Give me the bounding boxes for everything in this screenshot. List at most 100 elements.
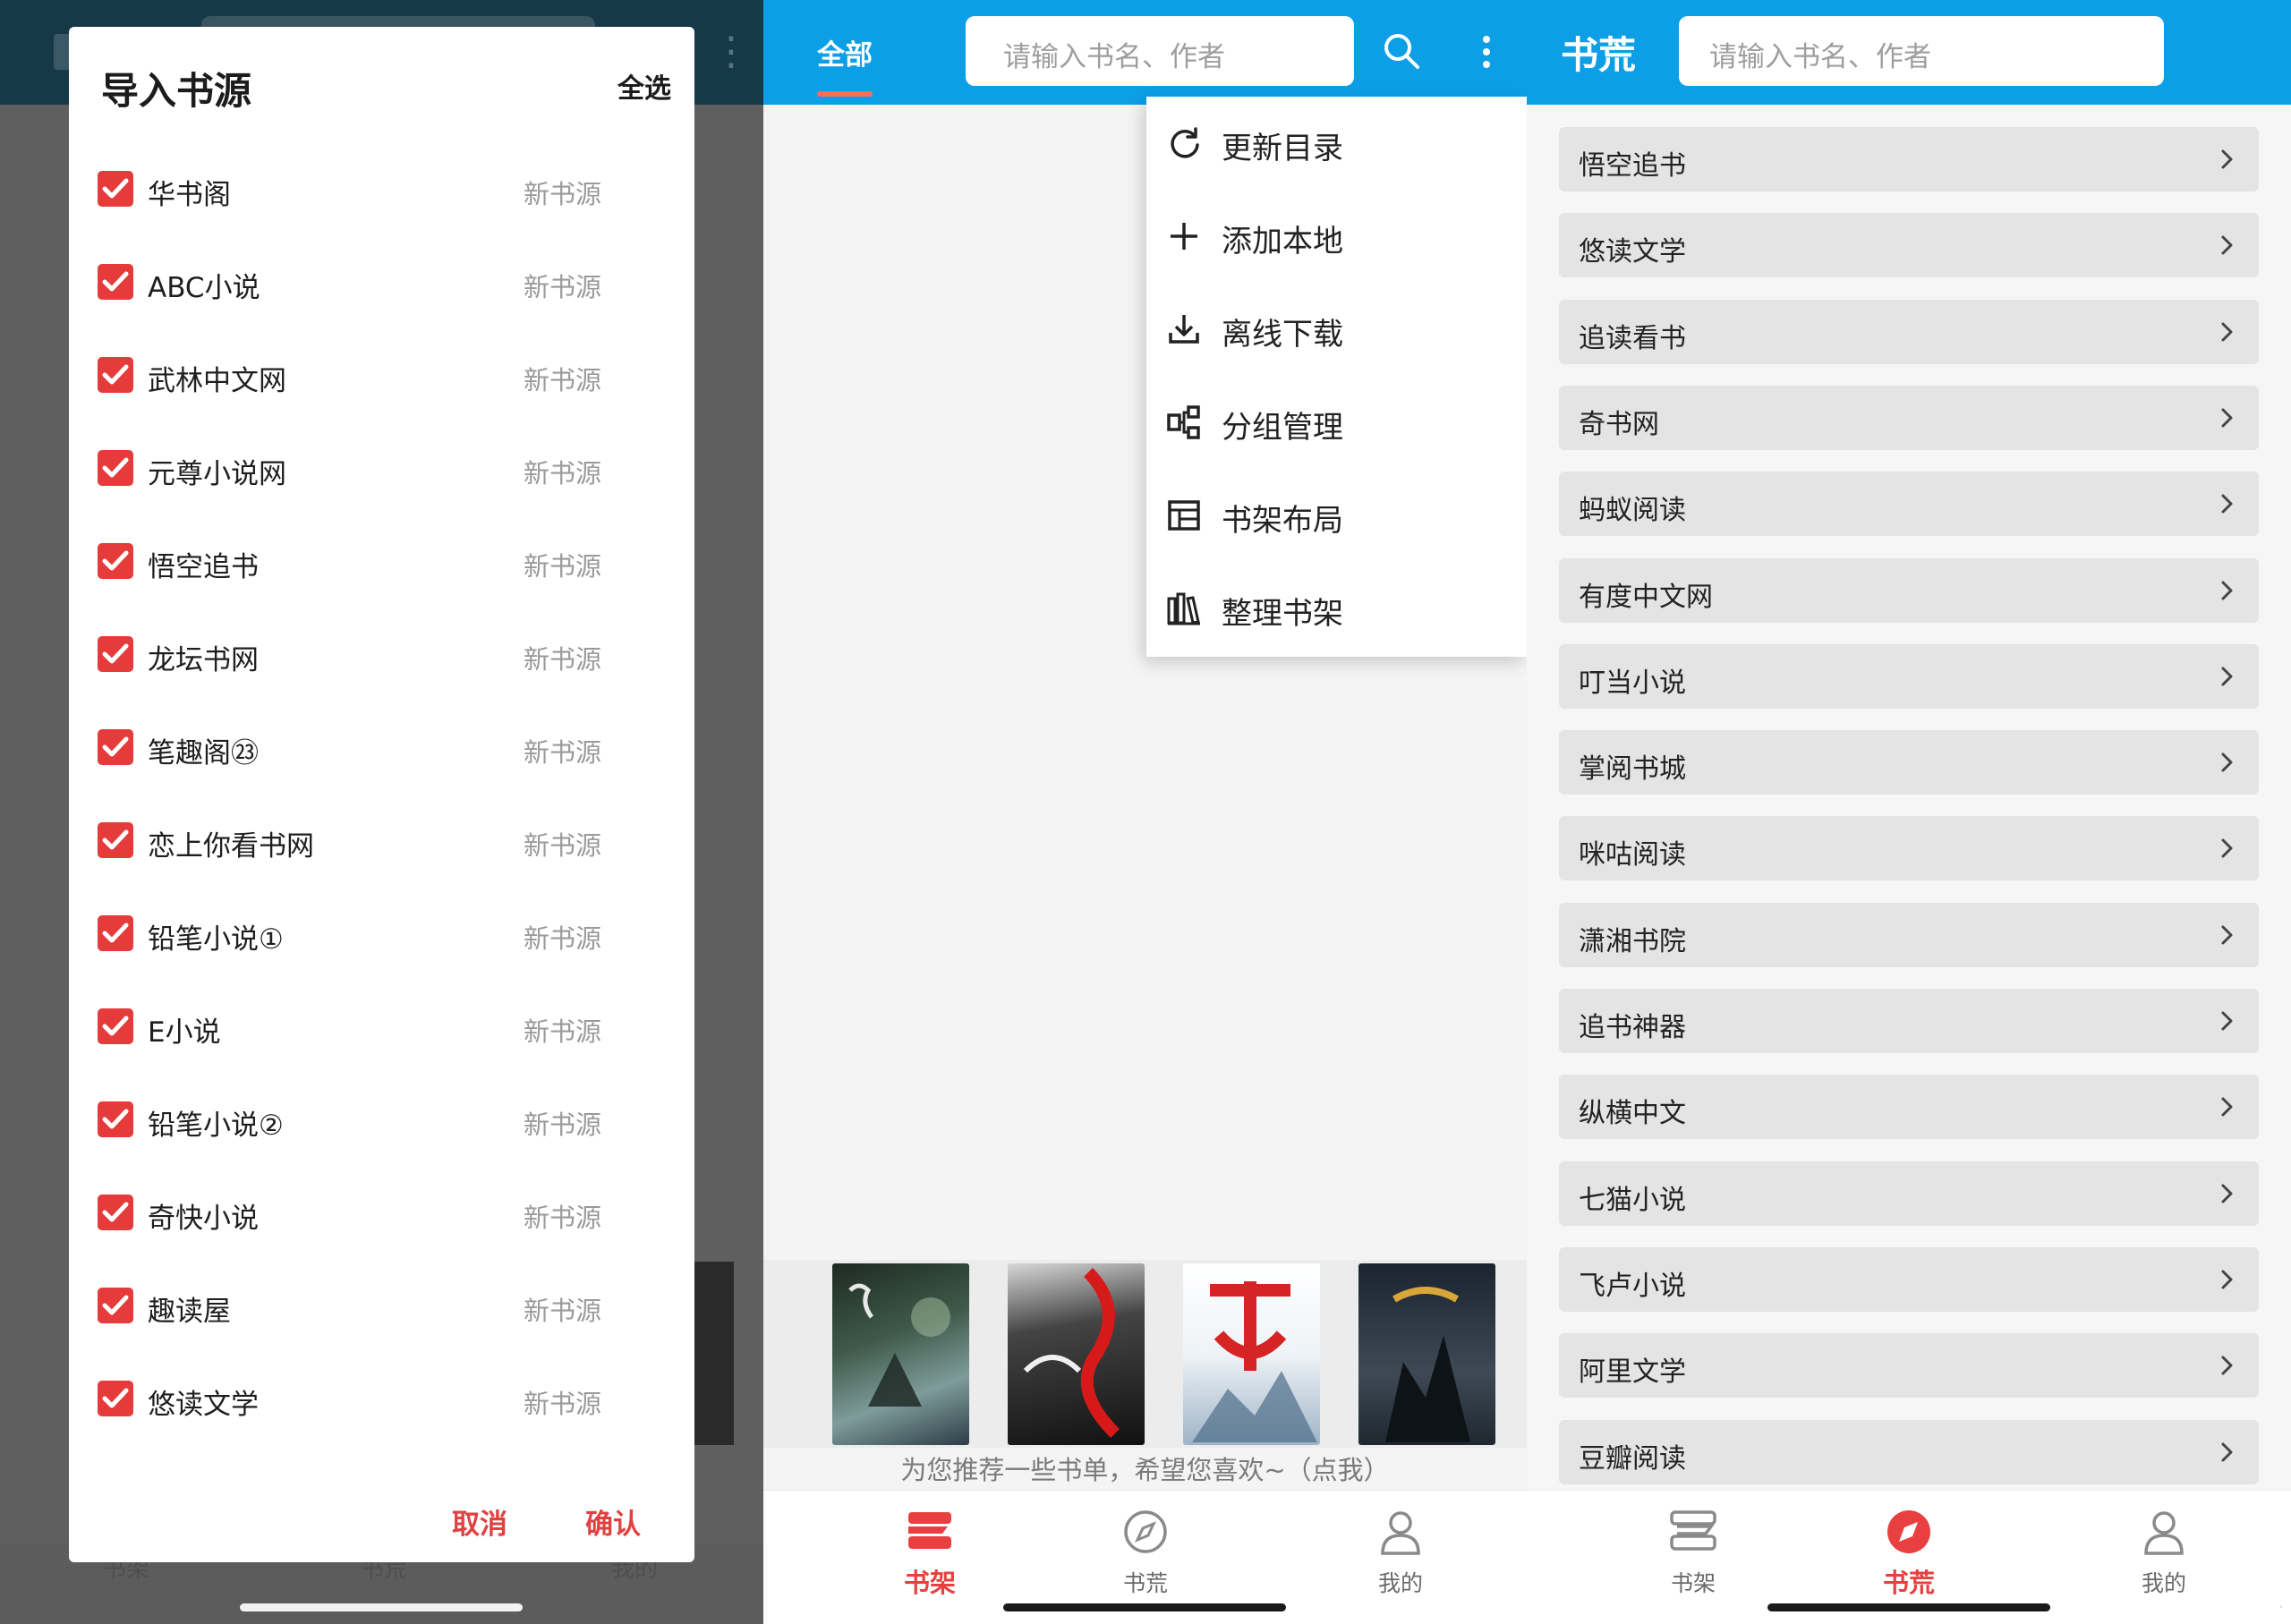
search-input[interactable]: 请输入书名、作者 bbox=[1679, 16, 2164, 86]
more-options-icon[interactable] bbox=[1477, 30, 1495, 73]
discover-source-row[interactable]: 追读看书 bbox=[1559, 299, 2259, 364]
recommendation-link[interactable]: 为您推荐一些书单，希望您喜欢~（点我） bbox=[763, 1450, 1527, 1487]
search-input[interactable]: 请输入书名、作者 bbox=[966, 16, 1354, 86]
menu-item[interactable]: 更新目录 bbox=[1146, 97, 1527, 190]
import-dialog: 导入书源 全选 华书阁 新书源 ABC小说 新书源 武林中文网 新书源 元尊小说网 新书源 悟空… bbox=[69, 27, 694, 1562]
source-name: 潇湘书院 bbox=[1579, 925, 1686, 957]
menu-item[interactable]: 离线下载 bbox=[1146, 283, 1527, 376]
source-name: 趣读屋 bbox=[148, 1296, 231, 1328]
checkbox[interactable] bbox=[98, 1195, 133, 1230]
checkbox[interactable] bbox=[98, 636, 133, 672]
dialog-title: 导入书源 bbox=[101, 69, 252, 113]
checkmark-icon bbox=[102, 736, 129, 757]
chevron-right-icon bbox=[2221, 1184, 2233, 1203]
discover-source-row[interactable]: 豆瓣阅读 bbox=[1559, 1419, 2259, 1484]
source-tag: 新书源 bbox=[524, 1110, 602, 1140]
nav-label: 我的 bbox=[1377, 1570, 1423, 1596]
nav-item[interactable]: 书荒 bbox=[1819, 1503, 1998, 1598]
checkmark-icon bbox=[102, 643, 129, 664]
source-row[interactable]: 奇快小说 新书源 bbox=[69, 1167, 694, 1260]
source-list[interactable]: 华书阁 新书源 ABC小说 新书源 武林中文网 新书源 元尊小说网 新书源 悟空追书 新书源 龙坛书… bbox=[69, 143, 694, 1503]
discover-source-row[interactable]: 奇书网 bbox=[1559, 385, 2259, 450]
checkmark-icon bbox=[102, 550, 129, 571]
source-name: 铅笔小说① bbox=[148, 923, 284, 956]
source-name: E小说 bbox=[148, 1016, 221, 1049]
discover-source-row[interactable]: 叮当小说 bbox=[1559, 643, 2259, 709]
book-cover[interactable] bbox=[1358, 1263, 1495, 1445]
source-row[interactable]: 笔趣阁㉓ 新书源 bbox=[69, 701, 694, 795]
discover-source-row[interactable]: 悟空追书 bbox=[1559, 127, 2259, 191]
checkbox[interactable] bbox=[98, 915, 133, 951]
discover-source-row[interactable]: 咪咕阅读 bbox=[1559, 816, 2259, 881]
checkbox[interactable] bbox=[98, 450, 133, 486]
source-row[interactable]: E小说 新书源 bbox=[69, 981, 694, 1074]
select-all-button[interactable]: 全选 bbox=[617, 66, 671, 106]
checkbox[interactable] bbox=[98, 264, 133, 300]
user-icon bbox=[2144, 1511, 2184, 1555]
chevron-right-icon bbox=[2221, 667, 2233, 686]
source-row[interactable]: 武林中文网 新书源 bbox=[69, 329, 694, 422]
home-indicator bbox=[240, 1603, 523, 1611]
discover-source-row[interactable]: 蚂蚁阅读 bbox=[1559, 472, 2259, 537]
source-row[interactable]: 铅笔小说① 新书源 bbox=[69, 888, 694, 981]
source-row[interactable]: 恋上你看书网 新书源 bbox=[69, 795, 694, 888]
menu-item[interactable]: 添加本地 bbox=[1146, 190, 1527, 283]
checkbox[interactable] bbox=[98, 729, 133, 765]
source-row[interactable]: 铅笔小说② 新书源 bbox=[69, 1074, 694, 1167]
discover-source-row[interactable]: 七猫小说 bbox=[1559, 1161, 2259, 1226]
menu-item-label: 离线下载 bbox=[1222, 317, 1343, 353]
search-icon[interactable] bbox=[1381, 30, 1422, 72]
source-row[interactable]: 趣读屋 新书源 bbox=[69, 1260, 694, 1353]
discover-source-row[interactable]: 潇湘书院 bbox=[1559, 902, 2259, 967]
source-name: 悠读文学 bbox=[148, 1389, 259, 1421]
nav-item[interactable]: 我的 bbox=[2074, 1503, 2253, 1596]
menu-item[interactable]: 分组管理 bbox=[1146, 376, 1527, 469]
nav-item[interactable]: 书架 bbox=[840, 1503, 1019, 1598]
source-row[interactable]: ABC小说 新书源 bbox=[69, 236, 694, 329]
source-tag: 新书源 bbox=[524, 272, 602, 302]
checkbox[interactable] bbox=[98, 1381, 133, 1416]
menu-item[interactable]: 整理书架 bbox=[1146, 562, 1527, 655]
source-name: 七猫小说 bbox=[1579, 1184, 1686, 1216]
source-row[interactable]: 悠读文学 新书源 bbox=[69, 1353, 694, 1446]
book-cover[interactable] bbox=[1183, 1263, 1320, 1445]
checkbox[interactable] bbox=[98, 1008, 133, 1044]
source-name: 元尊小说网 bbox=[148, 458, 286, 490]
source-row[interactable]: 悟空追书 新书源 bbox=[69, 515, 694, 608]
shelf-icon bbox=[1670, 1510, 1716, 1551]
book-cover[interactable] bbox=[1008, 1263, 1145, 1445]
nav-item[interactable]: 我的 bbox=[1311, 1503, 1490, 1596]
checkbox[interactable] bbox=[98, 1288, 133, 1323]
nav-item[interactable]: 书荒 bbox=[1056, 1503, 1235, 1596]
recommended-covers[interactable] bbox=[763, 1260, 1527, 1448]
nav-item[interactable]: 书架 bbox=[1604, 1503, 1783, 1596]
discover-source-row[interactable]: 有度中文网 bbox=[1559, 557, 2259, 623]
discover-source-row[interactable]: 阿里文学 bbox=[1559, 1333, 2259, 1399]
checkbox[interactable] bbox=[98, 171, 133, 207]
cancel-button[interactable]: 取消 bbox=[452, 1501, 507, 1542]
source-name: 华书阁 bbox=[148, 179, 231, 211]
chevron-right-icon bbox=[2221, 1356, 2233, 1375]
book-cover[interactable] bbox=[832, 1263, 969, 1445]
checkbox[interactable] bbox=[98, 1101, 133, 1137]
source-tag: 新书源 bbox=[524, 1389, 602, 1419]
checkbox[interactable] bbox=[98, 822, 133, 858]
discover-source-row[interactable]: 纵横中文 bbox=[1559, 1075, 2259, 1140]
checkmark-icon bbox=[102, 1016, 129, 1036]
discover-source-list[interactable]: 悟空追书悠读文学追读看书奇书网蚂蚁阅读有度中文网叮当小说掌阅书城咪咕阅读潇湘书院… bbox=[1527, 105, 2291, 1490]
discover-source-row[interactable]: 追书神器 bbox=[1559, 989, 2259, 1053]
confirm-button[interactable]: 确认 bbox=[585, 1501, 641, 1542]
checkbox[interactable] bbox=[98, 357, 133, 393]
menu-item[interactable]: 书架布局 bbox=[1146, 469, 1527, 562]
menu-item-label: 添加本地 bbox=[1222, 224, 1343, 259]
discover-source-row[interactable]: 掌阅书城 bbox=[1559, 730, 2259, 795]
checkbox[interactable] bbox=[98, 543, 133, 579]
source-row[interactable]: 龙坛书网 新书源 bbox=[69, 608, 694, 701]
discover-source-row[interactable]: 飞卢小说 bbox=[1559, 1246, 2259, 1312]
tab-all[interactable]: 全部 bbox=[817, 32, 873, 72]
source-row[interactable]: 华书阁 新书源 bbox=[69, 143, 694, 236]
chevron-right-icon bbox=[2221, 1097, 2233, 1117]
source-row[interactable]: 元尊小说网 新书源 bbox=[69, 422, 694, 515]
discover-source-row[interactable]: 悠读文学 bbox=[1559, 213, 2259, 278]
menu-item-label: 分组管理 bbox=[1222, 410, 1343, 446]
